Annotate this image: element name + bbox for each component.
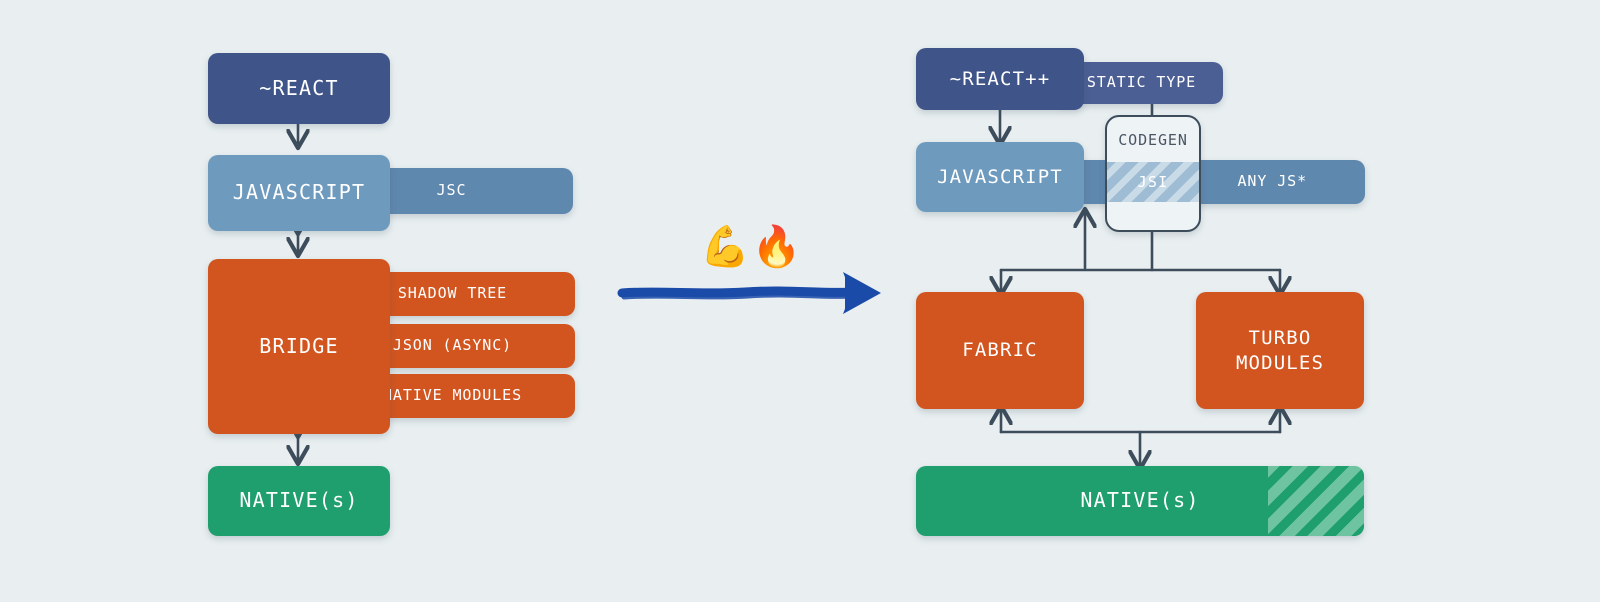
native-box[interactable]: NATIVE(s) xyxy=(208,466,390,536)
react-plusplus-label: ~REACT++ xyxy=(949,67,1051,90)
codegen-card[interactable]: CODEGEN JSI xyxy=(1105,115,1201,232)
flexed-biceps-and-fire-emoji: 💪🔥 xyxy=(700,224,804,270)
bridge-label: BRIDGE xyxy=(259,333,339,358)
turbo-modules-label: TURBO MODULES xyxy=(1235,327,1325,374)
transition-emojis: 💪🔥 xyxy=(700,227,804,267)
react-plusplus-box[interactable]: ~REACT++ xyxy=(916,48,1084,110)
bridge-tab-json-async-label: JSON (ASYNC) xyxy=(392,336,513,355)
fabric-label: FABRIC xyxy=(962,339,1038,362)
fabric-box[interactable]: FABRIC xyxy=(916,292,1084,409)
javascript-new-label: JAVASCRIPT xyxy=(937,165,1063,188)
jsc-label: JSC xyxy=(436,181,467,200)
diagram-canvas: JSC SHADOW TREE JSON (ASYNC) NATIVE MODU… xyxy=(0,0,1600,602)
native-new-label: NATIVE(s) xyxy=(1080,488,1200,513)
transition-arrow xyxy=(617,272,881,314)
bridge-box[interactable]: BRIDGE xyxy=(208,259,390,434)
javascript-new-box[interactable]: JAVASCRIPT xyxy=(916,142,1084,212)
codegen-label: CODEGEN xyxy=(1118,131,1188,149)
bridge-tab-native-modules-label: NATIVE MODULES xyxy=(382,386,523,405)
static-type-label: STATIC TYPE xyxy=(1086,73,1197,92)
static-type-tab[interactable]: STATIC TYPE xyxy=(1060,62,1223,104)
bridge-tab-shadow-tree-label: SHADOW TREE xyxy=(397,284,508,303)
javascript-label: JAVASCRIPT xyxy=(232,180,366,205)
javascript-box[interactable]: JAVASCRIPT xyxy=(208,155,390,231)
jsi-label: JSI xyxy=(1137,173,1169,191)
turbo-modules-box[interactable]: TURBO MODULES xyxy=(1196,292,1364,409)
any-js-label: ANY JS* xyxy=(1237,172,1307,191)
react-label: ~REACT xyxy=(259,75,339,100)
native-label: NATIVE(s) xyxy=(239,488,359,513)
react-box[interactable]: ~REACT xyxy=(208,53,390,124)
native-hatched-segment xyxy=(1268,466,1364,536)
jsi-strip[interactable]: JSI xyxy=(1107,162,1199,202)
